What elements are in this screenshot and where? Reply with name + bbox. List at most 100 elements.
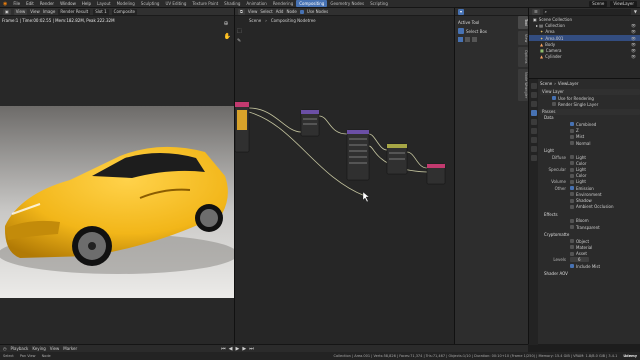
include-mist-row[interactable]: Include Mist (540, 263, 640, 269)
pass-checkbox[interactable] (570, 251, 574, 256)
render-single-layer-row[interactable]: Render Single Layer (540, 101, 640, 107)
menu-file[interactable]: File (10, 1, 23, 6)
node-canvas[interactable] (235, 26, 455, 344)
blender-logo-icon[interactable]: ◉ (0, 1, 10, 7)
node-menu-select[interactable]: Select (260, 9, 272, 14)
shader-aov-subpanel-header[interactable]: Shader AOV (540, 271, 640, 277)
world-tab-icon[interactable] (530, 128, 537, 134)
normal-mode-button[interactable]: ▾ (458, 8, 465, 15)
pass-checkbox[interactable] (570, 128, 574, 133)
node-composite[interactable] (426, 163, 446, 185)
tab-shading[interactable]: Shading (221, 0, 243, 7)
menu-image[interactable]: Image (43, 9, 56, 14)
mode-selector[interactable]: View (13, 8, 28, 15)
mode-extend-icon[interactable] (465, 37, 470, 42)
pass-checkbox[interactable] (570, 122, 574, 127)
menu-render[interactable]: Render (37, 1, 57, 6)
mode-subtract-icon[interactable] (472, 37, 477, 42)
outliner-type-icon[interactable]: ☰ (532, 8, 540, 15)
view-layer-tab-icon[interactable] (530, 110, 537, 116)
pass-checkbox[interactable] (570, 225, 574, 230)
scene-tab-icon[interactable] (530, 119, 537, 125)
pass-checkbox[interactable] (570, 239, 574, 244)
timeline-menu-marker[interactable]: Marker (63, 346, 77, 351)
eye-icon[interactable]: 👁 (631, 29, 636, 34)
tab-compositing[interactable]: Compositing (296, 0, 328, 7)
image-selector[interactable]: Render Result (58, 8, 91, 15)
use-nodes-checkbox[interactable] (299, 9, 304, 14)
pass-normal-row[interactable]: Normal (540, 140, 640, 146)
levels-field[interactable]: 6 (570, 257, 589, 263)
modifier-tab-icon[interactable] (530, 146, 537, 152)
node-menu-view[interactable]: View (248, 9, 258, 14)
slot-selector[interactable]: Slot 1 (93, 8, 109, 15)
render-single-layer-checkbox[interactable] (552, 102, 556, 107)
mode-set-icon[interactable] (458, 37, 463, 42)
pass-checkbox[interactable] (570, 161, 574, 166)
timeline-menu-playback[interactable]: Playback (11, 346, 29, 351)
editor-type-icon[interactable]: ▣ (3, 8, 11, 15)
play-icon[interactable]: ▶ (236, 346, 240, 352)
tab-scripting[interactable]: Scripting (367, 0, 391, 7)
breadcrumb-scene[interactable]: Scene (249, 18, 261, 23)
tab-layout[interactable]: Layout (94, 0, 114, 7)
outliner-search[interactable]: ⌕ (542, 8, 631, 15)
jump-end-icon[interactable]: ⏭ (249, 346, 254, 352)
breadcrumb-nodetree[interactable]: Compositing Nodetree (271, 18, 316, 23)
menu-window[interactable]: Window (57, 1, 79, 6)
menu-help[interactable]: Help (79, 1, 94, 6)
node-menu-add[interactable]: Add (276, 9, 284, 14)
pass-checkbox[interactable] (570, 134, 574, 139)
tab-modeling[interactable]: Modeling (114, 0, 138, 7)
material-tab-icon[interactable] (530, 155, 537, 161)
tab-rendering[interactable]: Rendering (270, 0, 296, 7)
node-group-b[interactable] (346, 129, 370, 181)
light-ao-row[interactable]: Ambient Occlusion (540, 204, 640, 210)
eye-icon[interactable]: 👁 (631, 23, 636, 28)
render-tab-icon[interactable] (530, 92, 537, 98)
pass-checkbox[interactable] (570, 186, 574, 191)
use-for-rendering-checkbox[interactable] (552, 96, 556, 101)
timeline-menu-view[interactable]: View (50, 346, 60, 351)
hand-icon[interactable]: ✋ (224, 33, 231, 40)
eye-icon[interactable]: 👁 (631, 48, 636, 53)
zoom-icon[interactable]: ⊕ (224, 20, 231, 27)
node-render-layers[interactable] (235, 101, 250, 153)
tab-sculpting[interactable]: Sculpting (138, 0, 163, 7)
active-tool-row[interactable]: Select Box (458, 28, 518, 34)
include-checkbox[interactable] (570, 264, 574, 269)
tab-uv-editing[interactable]: UV Editing (162, 0, 189, 7)
pass-checkbox[interactable] (570, 245, 574, 250)
next-key-icon[interactable]: ▶ (242, 346, 246, 352)
outliner-item-cylinder[interactable]: ▲ Cylinder 👁 (529, 54, 640, 60)
sidebar-tab-tool[interactable]: Tool (518, 16, 528, 29)
eye-icon[interactable]: 👁 (631, 36, 636, 41)
effects-transparent-row[interactable]: Transparent (540, 224, 640, 230)
sidebar-tab-view[interactable]: View (518, 30, 528, 46)
output-tab-icon[interactable] (530, 101, 537, 107)
tab-geometry-nodes[interactable]: Geometry Nodes (327, 0, 367, 7)
eye-icon[interactable]: 👁 (631, 42, 636, 47)
pass-checkbox[interactable] (570, 155, 574, 160)
sidebar-tab-node-wrangler[interactable]: Node Wrangler (518, 68, 528, 101)
object-tab-icon[interactable] (530, 137, 537, 143)
pass-checkbox[interactable] (570, 141, 574, 146)
pass-checkbox[interactable] (570, 192, 574, 197)
filter-icon[interactable]: ▼ (634, 9, 637, 14)
tab-texture-paint[interactable]: Texture Paint (189, 0, 221, 7)
pass-checkbox[interactable] (570, 204, 574, 209)
timeline-type-icon[interactable]: ◷ (3, 346, 7, 351)
pass-checkbox[interactable] (570, 173, 574, 178)
eye-icon[interactable]: 👁 (631, 54, 636, 59)
node-editor-type-icon[interactable]: ⧉ (238, 8, 245, 15)
prev-key-icon[interactable]: ◀ (229, 346, 233, 352)
node-menu-node[interactable]: Node (286, 9, 296, 14)
tab-animation[interactable]: Animation (243, 0, 269, 7)
scene-selector[interactable]: Scene (589, 0, 608, 7)
view-layer-selector[interactable]: ViewLayer (610, 0, 637, 7)
pass-checkbox[interactable] (570, 218, 574, 223)
pass-checkbox[interactable] (570, 179, 574, 184)
tool-tab-icon[interactable] (530, 83, 537, 89)
node-group-a[interactable] (300, 109, 320, 137)
timeline-menu-keying[interactable]: Keying (32, 346, 45, 351)
